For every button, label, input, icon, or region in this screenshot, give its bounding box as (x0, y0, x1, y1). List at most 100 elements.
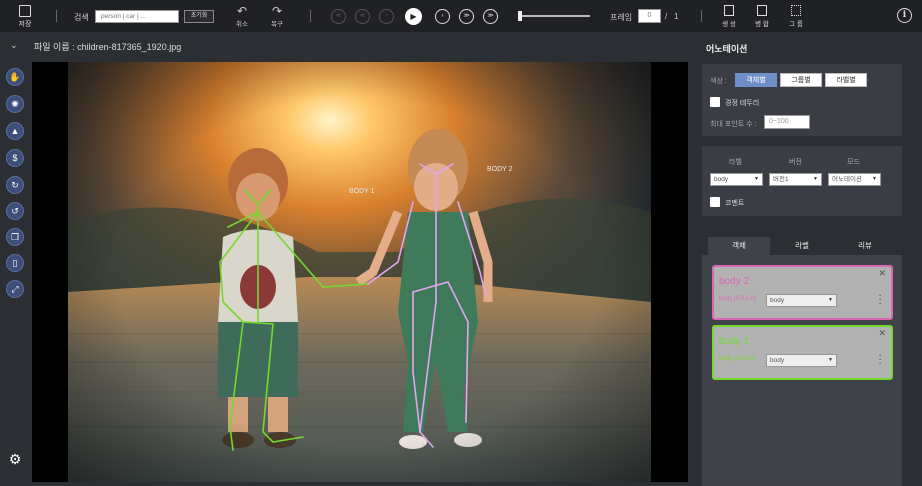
mouse-icon[interactable]: ▯ (6, 254, 24, 272)
copy-icon[interactable]: ❐ (6, 228, 24, 246)
color-by-group-button[interactable]: 그룹별 (780, 73, 822, 87)
save-button[interactable]: 저장 (12, 5, 38, 29)
hand-icon[interactable]: ✋ (6, 68, 24, 86)
top-toolbar: 저장 검색 초기화 ↶ 취소 ↷ 복구 ≪ ≪ ‹ ▶ › ≫ ≫ 프레임 0 … (0, 0, 922, 32)
color-by-label-button[interactable]: 라벨별 (825, 73, 867, 87)
label-header: 라벨 (729, 159, 742, 166)
close-icon[interactable]: ✕ (878, 328, 886, 339)
skip-forward-button[interactable]: ≫ (459, 9, 474, 24)
save-icon (19, 5, 31, 17)
object-list: body 2 body (0,0,0,0) body ▼ ✕ · · · body 1… (702, 255, 902, 486)
contrast-icon[interactable]: ▲ (6, 122, 24, 140)
rotate-right-icon[interactable]: ↻ (6, 176, 24, 194)
group-icon (791, 5, 801, 16)
merge-button[interactable]: 병 합 (749, 5, 775, 28)
body1-tag: BODY 1 (349, 188, 375, 195)
frame-separator: / (665, 12, 668, 21)
gear-icon[interactable]: ⚙ (7, 451, 23, 467)
object-coords: body (0,0,0,0) (719, 356, 757, 362)
frame-total: 1 (674, 12, 679, 21)
brightness-icon[interactable]: ✺ (6, 95, 24, 113)
redo-icon: ↷ (271, 4, 283, 18)
photo: BODY 1 BODY 2 (68, 62, 651, 482)
search-input[interactable] (95, 10, 179, 23)
file-name: 파일 이름 : children-817365_1920.jpg (34, 42, 182, 52)
image-canvas[interactable]: BODY 1 BODY 2 (32, 62, 688, 482)
body2-tag: BODY 2 (487, 166, 513, 173)
undo-icon: ↶ (236, 4, 248, 18)
redo-label: 복구 (271, 21, 283, 28)
caret-down-icon: ▼ (828, 357, 833, 363)
border-check-label: 경정 테두리 (725, 100, 760, 107)
create-button[interactable]: 생 성 (716, 5, 742, 28)
left-toolbar: ✋ ✺ ▲ $ ↻ ↺ ❐ ▯ ⤢ (0, 62, 30, 486)
undo-label: 취소 (236, 21, 248, 28)
version-select-value: 버전1 (773, 176, 789, 183)
annotation-panel: 어노테이션 색상 : 객체별 그룹별 라벨별 경정 테두리 최대 포인트 수 :… (700, 32, 922, 486)
border-checkbox[interactable] (710, 97, 720, 107)
comment-label: 코멘트 (725, 200, 745, 207)
max-points-input[interactable]: 0~100 (764, 115, 810, 129)
comment-checkbox[interactable] (710, 197, 720, 207)
object-coords: body (0,0,0,0) (719, 296, 757, 302)
file-bar: ⌄ 파일 이름 : children-817365_1920.jpg (0, 32, 700, 60)
group-label: 그 룹 (789, 21, 803, 28)
tab-review[interactable]: 리뷰 (834, 237, 896, 255)
frame-slider[interactable] (518, 11, 590, 21)
merge-icon (757, 5, 767, 16)
create-icon (724, 5, 734, 16)
frame-input[interactable]: 0 (638, 9, 661, 23)
mode-select[interactable]: 어노테이션 ▼ (828, 173, 881, 186)
next-frame-button[interactable]: › (435, 9, 450, 24)
version-select[interactable]: 버전1 ▼ (769, 173, 822, 186)
more-icon[interactable]: · · · (879, 292, 882, 308)
chevron-down-icon[interactable]: ⌄ (10, 40, 18, 51)
version-header: 버전 (789, 159, 802, 166)
skip-forward-far-button[interactable]: ≫ (483, 9, 498, 24)
max-points-label: 최대 포인트 수 : (710, 121, 757, 128)
object-card-body-2[interactable]: body 2 body (0,0,0,0) body ▼ ✕ · · · (712, 265, 893, 320)
label-select[interactable]: body ▼ (710, 173, 763, 186)
object-label-select[interactable]: body ▼ (766, 294, 837, 307)
reset-button[interactable]: 초기화 (184, 10, 214, 23)
frame-label: 프레임 (610, 13, 633, 22)
info-icon[interactable]: i (897, 8, 912, 23)
object-label-value: body (770, 357, 785, 364)
close-icon[interactable]: ✕ (878, 268, 886, 279)
divider (310, 10, 311, 22)
panel-title: 어노테이션 (706, 44, 748, 54)
tab-objects[interactable]: 객체 (708, 237, 770, 255)
rotate-left-icon[interactable]: ↺ (6, 202, 24, 220)
object-label-select[interactable]: body ▼ (766, 354, 837, 367)
tab-labels[interactable]: 라벨 (771, 237, 833, 255)
caret-down-icon: ▼ (872, 176, 877, 182)
search-label: 검색 (74, 13, 89, 22)
group-button[interactable]: 그 룹 (783, 5, 809, 28)
fit-screen-icon[interactable]: ⤢ (6, 280, 24, 298)
undo-button[interactable]: ↶ 취소 (230, 4, 254, 29)
slider-handle[interactable] (518, 11, 522, 21)
object-title: body 1 (719, 336, 750, 347)
redo-button[interactable]: ↷ 복구 (265, 4, 289, 29)
divider (701, 10, 702, 22)
divider (56, 10, 57, 22)
caret-down-icon: ▼ (754, 176, 759, 182)
create-label: 생 성 (722, 21, 736, 28)
color-by-object-button[interactable]: 객체별 (735, 73, 777, 87)
display-options: 색상 : 객체별 그룹별 라벨별 경정 테두리 최대 포인트 수 : 0~100 (702, 64, 902, 136)
more-icon[interactable]: · · · (879, 352, 882, 368)
object-card-body-1[interactable]: body 1 body (0,0,0,0) body ▼ ✕ · · · (712, 325, 893, 380)
caret-down-icon: ▼ (813, 176, 818, 182)
save-label: 저장 (18, 21, 32, 28)
color-label: 색상 : (710, 78, 727, 85)
play-button[interactable]: ▶ (405, 8, 422, 25)
skip-back-button[interactable]: ≪ (355, 9, 370, 24)
caret-down-icon: ▼ (828, 297, 833, 303)
object-label-value: body (770, 297, 785, 304)
saturation-icon[interactable]: $ (6, 149, 24, 167)
mode-select-value: 어노테이션 (832, 176, 862, 183)
label-select-value: body (714, 176, 729, 183)
label-options: 라벨 버전 모드 body ▼ 버전1 ▼ 어노테이션 ▼ 코멘트 (702, 146, 902, 216)
skip-back-far-button[interactable]: ≪ (331, 9, 346, 24)
prev-frame-button[interactable]: ‹ (379, 9, 394, 24)
